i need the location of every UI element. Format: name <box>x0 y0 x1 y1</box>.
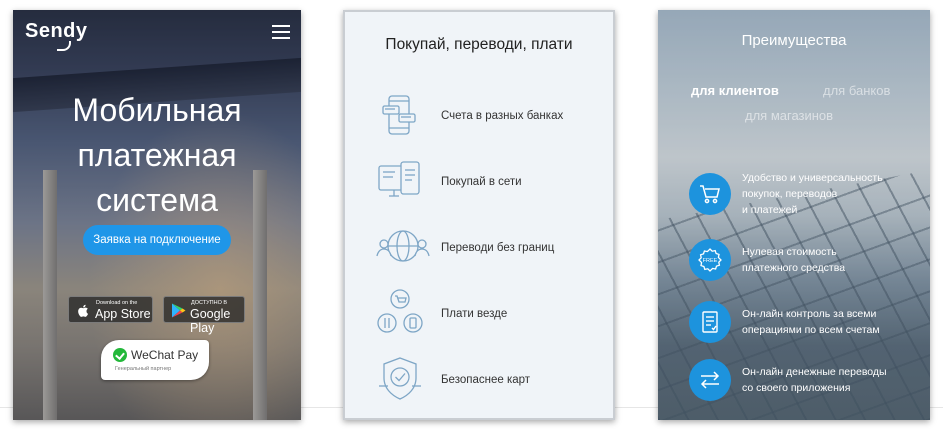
features-screen: Покупай, переводи, плати Счета в разных … <box>343 10 615 420</box>
benefit-item-online-transfers: Он-лайн денежные переводы со своего прил… <box>658 356 930 408</box>
benefits-title: Преимущества <box>741 32 847 49</box>
app-store-button[interactable]: Download on the App Store <box>68 296 153 323</box>
google-play-label: Google Play <box>190 307 231 335</box>
benefit-line: со своего приложения <box>742 382 851 394</box>
benefit-text: Удобство и универсальность покупок, пере… <box>742 170 922 218</box>
wechat-pay-partner-badge[interactable]: WeChat Pay Генеральный партнер <box>101 340 209 380</box>
benefit-icon-circle <box>689 359 731 401</box>
benefit-text: Нулевая стоимость платежного средства <box>742 244 922 276</box>
benefit-line: покупок, переводов <box>742 188 838 200</box>
apple-icon <box>78 304 88 317</box>
hamburger-menu-icon[interactable] <box>272 25 290 39</box>
pay-anywhere-icon <box>377 289 423 333</box>
benefit-icon-circle: FREE <box>689 239 731 281</box>
benefit-item-convenience: Удобство и универсальность покупок, пере… <box>658 170 930 222</box>
free-badge-icon: FREE <box>698 248 722 272</box>
benefit-line: Он-лайн денежные переводы <box>742 366 887 378</box>
wechat-pay-label: WeChat Pay <box>131 348 199 362</box>
google-play-sub: ДОСТУПНО В <box>191 300 228 306</box>
free-badge-text: FREE <box>703 258 718 264</box>
feature-item-accounts[interactable]: Счета в разных банках <box>345 90 613 146</box>
feature-label: Плати везде <box>441 308 508 320</box>
hero-screen: Sendy Мобильная платежная система Заявка… <box>13 10 301 420</box>
feature-item-shopping[interactable]: Покупай в сети <box>345 156 613 212</box>
benefit-line: операциями по всем счетам <box>742 324 880 336</box>
benefit-text: Он-лайн денежные переводы со своего прил… <box>742 364 922 396</box>
tab-stores[interactable]: для магазинов <box>745 108 833 123</box>
feature-label: Переводи без границ <box>441 242 555 254</box>
benefit-line: и платежей <box>742 204 798 216</box>
feature-item-security[interactable]: Безопаснее карт <box>345 354 613 410</box>
tab-banks[interactable]: для банков <box>823 83 890 98</box>
wechat-partner-caption: Генеральный партнер <box>115 366 172 372</box>
benefit-line: Он-лайн контроль за всеми <box>742 308 877 320</box>
document-icon <box>702 311 718 333</box>
online-shop-icon <box>378 161 420 197</box>
hero-title-line: система <box>96 182 218 218</box>
globe-users-icon <box>376 230 430 262</box>
benefit-icon-circle <box>689 301 731 343</box>
hero-title-line: Мобильная <box>72 92 242 128</box>
phone-cards-icon <box>382 95 416 135</box>
feature-label: Счета в разных банках <box>441 110 564 122</box>
benefit-text: Он-лайн контроль за всеми операциями по … <box>742 306 922 338</box>
connect-request-button[interactable]: Заявка на подключение <box>83 225 231 255</box>
benefit-line: Удобство и универсальность <box>742 172 883 184</box>
google-play-icon <box>172 303 186 318</box>
shield-check-icon <box>379 357 421 400</box>
benefit-icon-circle <box>689 173 731 215</box>
feature-label: Безопаснее карт <box>441 374 531 386</box>
transfer-arrows-icon <box>700 371 720 389</box>
benefit-line: платежного средства <box>742 262 846 274</box>
feature-item-transfers[interactable]: Переводи без границ <box>345 222 613 278</box>
wechat-check-icon <box>113 348 127 362</box>
hero-title: Мобильная платежная система <box>13 88 301 223</box>
app-store-label: App Store <box>95 307 151 321</box>
logo-text: Sendy <box>25 20 88 42</box>
app-store-sub: Download on the <box>96 300 138 306</box>
stage: Sendy Мобильная платежная система Заявка… <box>0 0 943 429</box>
benefit-line: Нулевая стоимость <box>742 246 837 258</box>
cart-icon <box>700 185 720 204</box>
feature-label: Покупай в сети <box>441 176 522 188</box>
benefit-item-online-control: Он-лайн контроль за всеми операциями по … <box>658 298 930 350</box>
hero-title-line: платежная <box>77 137 237 173</box>
google-play-button[interactable]: ДОСТУПНО В Google Play <box>163 296 245 335</box>
benefits-screen: Преимущества для клиентов для банков для… <box>658 10 930 420</box>
feature-item-pay-anywhere[interactable]: Плати везде <box>345 288 613 344</box>
logo[interactable]: Sendy <box>25 20 88 51</box>
features-title: Покупай, переводи, плати <box>385 36 573 53</box>
tab-clients[interactable]: для клиентов <box>691 83 779 98</box>
benefit-item-zero-cost: FREE Нулевая стоимость платежного средст… <box>658 236 930 288</box>
